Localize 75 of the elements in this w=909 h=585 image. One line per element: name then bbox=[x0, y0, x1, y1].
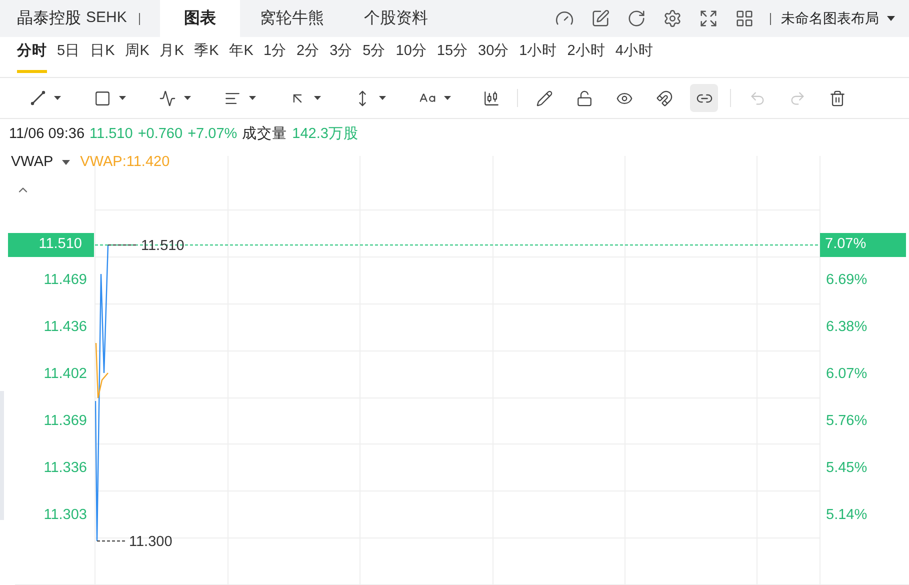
tab[interactable]: 图表 bbox=[160, 0, 240, 37]
current-price-tag: 11.510 bbox=[8, 233, 94, 257]
high-leader-line bbox=[108, 244, 138, 246]
refresh-icon[interactable] bbox=[627, 9, 646, 28]
price-axis-label: 11.336 bbox=[44, 459, 87, 477]
caret-icon bbox=[54, 96, 60, 100]
price-axis-label: 11.303 bbox=[44, 506, 87, 524]
price-axis-label: 11.436 bbox=[44, 318, 87, 336]
price-axis-label: 11.469 bbox=[44, 271, 87, 289]
period-tab[interactable]: 2小时 bbox=[567, 37, 606, 73]
caret-icon bbox=[444, 96, 451, 100]
period-tab[interactable]: 5日 bbox=[57, 37, 80, 73]
rectangle-tool-icon bbox=[94, 90, 111, 106]
period-tab[interactable]: 分时 bbox=[17, 37, 47, 73]
period-tab[interactable]: 月K bbox=[159, 37, 184, 73]
redo-icon bbox=[788, 90, 806, 106]
tab[interactable]: 个股资料 bbox=[344, 0, 448, 37]
unlock-icon bbox=[576, 90, 592, 106]
caret-icon bbox=[119, 96, 126, 100]
pencil-icon bbox=[536, 90, 552, 106]
low-leader-line bbox=[97, 540, 125, 542]
bars-icon bbox=[482, 90, 500, 106]
line-tool-icon bbox=[30, 90, 46, 106]
percent-axis-label: 6.07% bbox=[826, 365, 868, 383]
period-tab[interactable]: 1小时 bbox=[519, 37, 558, 73]
period-tab[interactable]: 1分 bbox=[263, 37, 287, 73]
caret-icon bbox=[379, 96, 386, 100]
quote-time: 11/06 09:36 bbox=[9, 125, 85, 144]
price-axis-label: 11.369 bbox=[44, 412, 87, 430]
last-price: 11.510 bbox=[90, 125, 133, 144]
period-tab[interactable]: 4小时 bbox=[615, 37, 654, 73]
wave-tool-icon bbox=[159, 90, 176, 106]
price-axis-label: 11.402 bbox=[44, 365, 87, 383]
price-change: +0.760 bbox=[138, 125, 183, 144]
period-tab[interactable]: 30分 bbox=[478, 37, 510, 73]
stock-name: 晶泰控股 bbox=[17, 8, 81, 28]
indicator-dropdown[interactable]: VWAP bbox=[11, 152, 70, 174]
period-tab[interactable]: 2分 bbox=[296, 37, 320, 73]
high-price-label: 11.510 bbox=[141, 237, 184, 256]
toolbar-button[interactable] bbox=[690, 84, 718, 112]
edit-icon[interactable] bbox=[591, 9, 610, 28]
trash-icon bbox=[828, 90, 846, 106]
period-tab[interactable]: 10分 bbox=[396, 37, 427, 73]
magnet-icon bbox=[656, 90, 672, 106]
fullscreen-icon[interactable] bbox=[699, 9, 718, 28]
percent-axis-label: 6.69% bbox=[826, 271, 868, 289]
period-tab[interactable]: 季K bbox=[194, 37, 219, 73]
low-price-label: 11.300 bbox=[129, 533, 172, 552]
grid-icon[interactable] bbox=[735, 9, 754, 28]
tab[interactable]: 窝轮牛熊 bbox=[240, 0, 344, 37]
caret-icon bbox=[62, 160, 70, 166]
period-tab[interactable]: 年K bbox=[228, 37, 254, 73]
current-percent-tag: 7.07% bbox=[820, 233, 906, 257]
layout-dropdown[interactable]: 未命名图表布局 bbox=[781, 8, 895, 29]
percent-axis-label: 5.76% bbox=[826, 412, 868, 430]
period-tab[interactable]: 5分 bbox=[362, 37, 386, 73]
percent-axis-label: 6.38% bbox=[826, 318, 868, 336]
change-percent: +7.07% bbox=[188, 125, 238, 144]
undo-icon bbox=[748, 90, 766, 106]
volume-label: 成交量 bbox=[242, 124, 288, 144]
exchange-label: SEHK bbox=[86, 8, 127, 28]
settings-icon[interactable] bbox=[663, 9, 682, 28]
period-tab[interactable]: 日K bbox=[90, 37, 115, 73]
period-tab[interactable]: 周K bbox=[124, 37, 150, 73]
period-tab[interactable]: 15分 bbox=[436, 37, 468, 73]
vwap-line bbox=[95, 342, 110, 400]
vwap-value: VWAP:11.420 bbox=[80, 153, 170, 172]
percent-axis-label: 5.14% bbox=[826, 506, 868, 524]
caret-icon bbox=[184, 96, 191, 100]
volume-value: 142.3万股 bbox=[292, 125, 358, 144]
caret-icon bbox=[249, 96, 256, 100]
caret-icon bbox=[314, 96, 321, 100]
percent-axis-label: 5.45% bbox=[826, 459, 868, 477]
period-tab[interactable]: 3分 bbox=[330, 37, 353, 73]
caret-icon bbox=[887, 16, 895, 21]
